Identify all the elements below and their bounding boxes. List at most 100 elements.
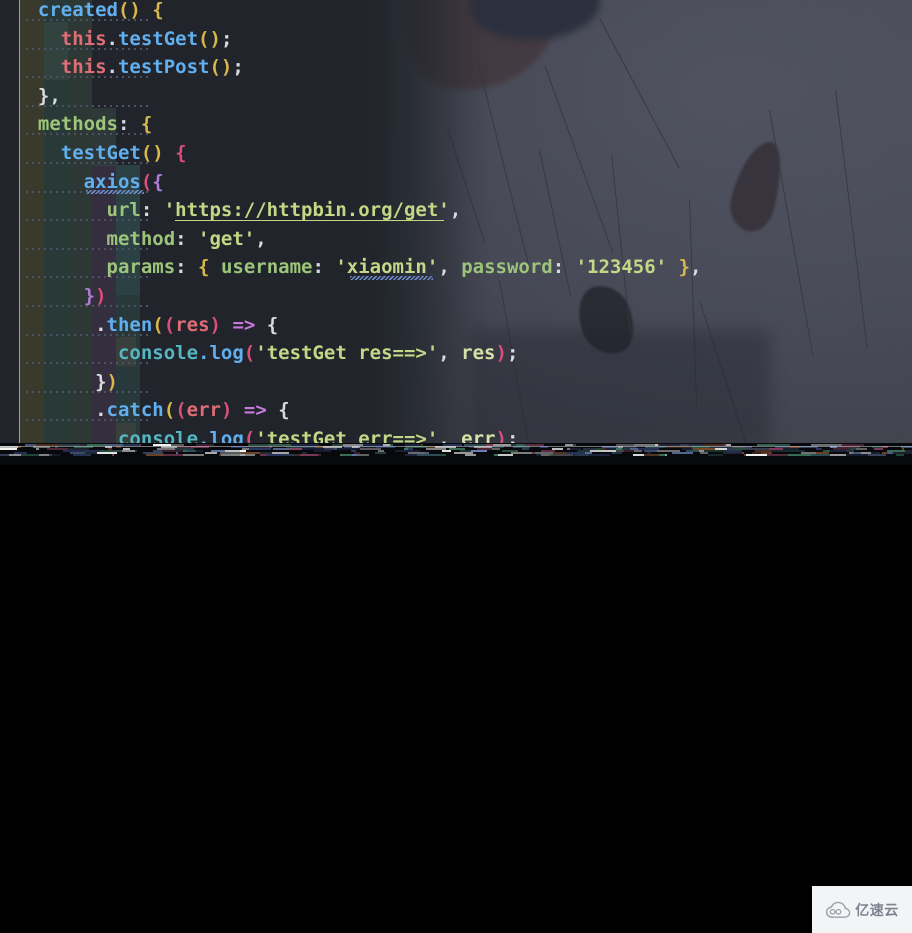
code-token: , bbox=[438, 256, 462, 279]
glitch-pixel-run bbox=[771, 450, 789, 452]
glitch-pixel-run bbox=[511, 452, 532, 454]
glitch-pixel-run bbox=[439, 454, 446, 456]
code-line[interactable]: method: 'get', bbox=[107, 225, 267, 254]
glitch-pixel-run bbox=[723, 452, 742, 454]
glitch-pixel-run bbox=[337, 448, 360, 450]
code-token: => bbox=[232, 313, 256, 336]
code-content[interactable]: created() {this.testGet(); this.testPost(… bbox=[0, 0, 912, 446]
code-token: ; bbox=[506, 342, 519, 365]
glitch-pixel-run bbox=[357, 454, 369, 456]
glitch-pixel-run bbox=[590, 450, 604, 452]
glitch-pixel-run bbox=[289, 448, 302, 450]
code-token: { bbox=[266, 313, 279, 336]
glitch-pixel-run bbox=[746, 454, 767, 456]
glitch-pixel-run bbox=[672, 452, 693, 454]
glitch-pixel-run bbox=[135, 450, 137, 452]
url-link-underline[interactable] bbox=[175, 220, 444, 221]
glitch-pixel-run bbox=[273, 448, 289, 450]
code-token: this bbox=[60, 56, 107, 79]
code-line[interactable]: created() { bbox=[38, 0, 164, 25]
code-token: , bbox=[438, 342, 462, 365]
glitch-pixel-run bbox=[314, 450, 331, 452]
glitch-pixel-run bbox=[633, 454, 644, 456]
glitch-pixel-run bbox=[471, 450, 487, 452]
code-line[interactable]: methods: { bbox=[38, 110, 152, 139]
glitch-pixel-run bbox=[811, 454, 830, 456]
code-token: methods bbox=[37, 113, 118, 136]
code-token: ( bbox=[243, 342, 256, 365]
code-token: : bbox=[552, 256, 576, 279]
code-token: , bbox=[255, 227, 267, 250]
code-line[interactable]: testGet() { bbox=[61, 139, 187, 168]
code-token: '123456' bbox=[575, 256, 668, 279]
cloud-icon bbox=[826, 901, 851, 918]
code-token: { bbox=[140, 113, 153, 136]
code-token: }, bbox=[37, 84, 61, 107]
glitch-pixel-run bbox=[196, 450, 203, 452]
glitch-pixel-run bbox=[405, 454, 417, 456]
code-token: err bbox=[186, 399, 221, 422]
glitch-pixel-run bbox=[522, 448, 529, 450]
code-token: res bbox=[175, 313, 210, 336]
code-token: ( bbox=[163, 399, 176, 422]
code-token: ; bbox=[220, 27, 233, 50]
code-token: } bbox=[678, 256, 691, 279]
glitch-pixel-run bbox=[465, 454, 476, 456]
code-token: . bbox=[95, 313, 107, 336]
screenshot-root: created() {this.testGet(); this.testPost(… bbox=[0, 0, 912, 933]
code-line[interactable]: .catch((err) => { bbox=[95, 396, 290, 425]
code-token: created bbox=[37, 0, 118, 21]
glitch-pixel-run bbox=[575, 454, 589, 456]
code-token: .log bbox=[198, 342, 244, 365]
glitch-pixel-run bbox=[0, 454, 9, 456]
code-token: : bbox=[312, 256, 336, 279]
code-token: ) bbox=[106, 370, 118, 393]
glitch-pixel-run bbox=[286, 454, 295, 456]
glitch-pixel-run bbox=[708, 454, 723, 456]
code-token: } bbox=[83, 285, 96, 307]
code-line[interactable]: this.testGet(); bbox=[61, 25, 233, 54]
code-line[interactable]: .then((res) => { bbox=[95, 311, 278, 340]
code-token: method bbox=[106, 227, 176, 250]
code-token: 'https://httpbin.org/get' bbox=[163, 199, 450, 222]
glitch-pixel-run bbox=[342, 454, 352, 456]
glitch-pixel-run bbox=[112, 454, 114, 456]
glitch-pixel-run bbox=[417, 454, 439, 456]
code-line[interactable]: }, bbox=[38, 82, 61, 111]
glitch-pixel-run bbox=[634, 450, 642, 452]
code-line[interactable]: console.log('testGet res==>', res); bbox=[118, 339, 518, 368]
glitch-pixel-run bbox=[816, 448, 822, 450]
code-token: ) bbox=[220, 399, 233, 422]
glitch-pixel-run bbox=[700, 452, 708, 454]
code-line[interactable]: this.testPost(); bbox=[61, 53, 244, 82]
glitch-pixel-run bbox=[221, 454, 240, 456]
watermark: 亿速云 bbox=[812, 886, 912, 933]
glitch-pixel-run bbox=[615, 452, 622, 454]
code-editor-pane[interactable]: created() {this.testGet(); this.testPost(… bbox=[0, 0, 912, 446]
glitch-pixel-run bbox=[260, 454, 267, 456]
code-token: . bbox=[106, 56, 118, 79]
code-line[interactable]: }) bbox=[84, 282, 107, 311]
code-token: () bbox=[209, 56, 233, 79]
code-token: ) bbox=[495, 342, 507, 365]
code-token: { bbox=[278, 399, 290, 422]
code-token: { bbox=[152, 170, 164, 193]
code-token: : bbox=[175, 227, 199, 250]
glitch-pixel-run bbox=[552, 454, 573, 456]
glitch-pixel-run bbox=[541, 454, 549, 456]
glitch-pixel-run bbox=[187, 450, 196, 452]
glitch-pixel-run bbox=[624, 450, 634, 452]
code-line[interactable]: }) bbox=[95, 368, 118, 397]
glitch-pixel-run bbox=[856, 448, 867, 450]
glitch-pixel-run bbox=[245, 454, 255, 456]
watermark-text: 亿速云 bbox=[855, 902, 899, 919]
code-token: testGet bbox=[60, 142, 141, 164]
code-token: : bbox=[140, 199, 164, 222]
code-token: , bbox=[449, 199, 462, 222]
glitch-pixel-run bbox=[36, 448, 39, 450]
